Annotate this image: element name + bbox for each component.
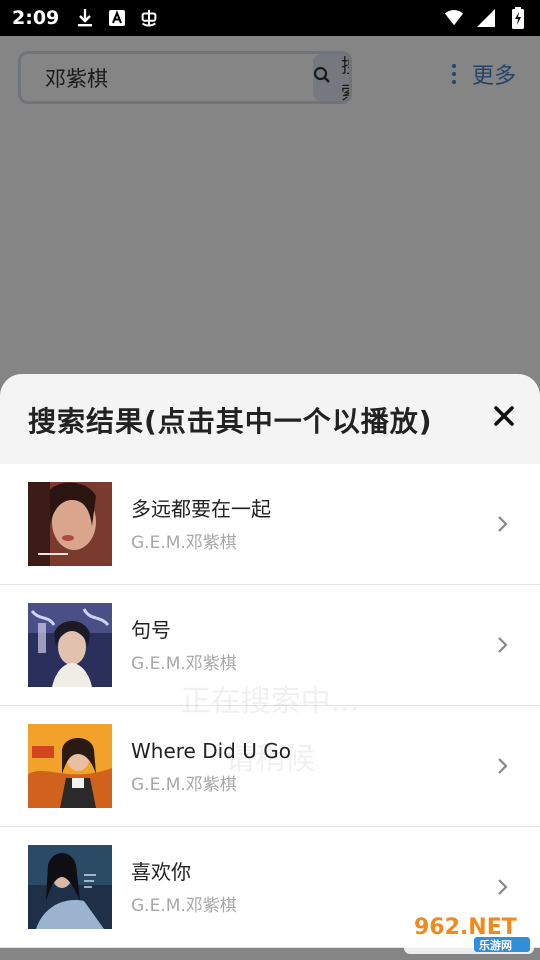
song-info: 句号 G.E.M.邓紫棋 [131,617,496,674]
song-info: 喜欢你 G.E.M.邓紫棋 [131,859,496,916]
chevron-right-icon [498,879,508,895]
battery-icon [508,7,528,29]
status-right-icons [444,7,528,29]
watermark-bottom-text: 乐游网 [479,938,512,952]
list-item[interactable]: 句号 G.E.M.邓紫棋 [0,585,540,706]
song-title: Where Did U Go [131,738,291,763]
close-icon [494,406,514,426]
list-item[interactable]: Where Did U Go G.E.M.邓紫棋 [0,706,540,827]
download-icon [75,8,95,28]
song-artist: G.E.M.邓紫棋 [131,653,237,674]
chevron-right-icon [498,758,508,774]
bug-icon [139,8,159,28]
status-bar: 2:09 [0,0,540,36]
album-cover [28,603,112,687]
site-watermark-logo: 962.NET 乐游网 [404,908,534,956]
sheet-header: 搜索结果(点击其中一个以播放) [0,374,540,464]
results-list: 多远都要在一起 G.E.M.邓紫棋 句号 G.E.M.邓紫棋 Where Did… [0,464,540,948]
signal-icon [476,8,496,28]
a-icon [107,8,127,28]
song-title: 喜欢你 [131,859,191,884]
search-results-sheet: 搜索结果(点击其中一个以播放) 多远都要在一起 G.E.M.邓紫棋 句号 G.E… [0,374,540,960]
song-title: 多远都要在一起 [131,496,271,521]
album-cover [28,482,112,566]
album-cover [28,845,112,929]
status-time: 2:09 [12,7,60,29]
album-cover [28,724,112,808]
song-artist: G.E.M.邓紫棋 [131,774,237,795]
song-title: 句号 [131,617,171,642]
chevron-right-icon [498,637,508,653]
watermark-top-text: 962.NET [414,915,517,940]
sheet-title: 搜索结果(点击其中一个以播放) [28,405,433,438]
status-left-icons [75,8,159,28]
chevron-right-icon [498,516,508,532]
wifi-icon [444,8,464,28]
list-item[interactable]: 多远都要在一起 G.E.M.邓紫棋 [0,464,540,585]
song-artist: G.E.M.邓紫棋 [131,532,237,553]
song-info: 多远都要在一起 G.E.M.邓紫棋 [131,496,496,553]
close-button[interactable] [490,402,518,430]
song-info: Where Did U Go G.E.M.邓紫棋 [131,738,496,795]
